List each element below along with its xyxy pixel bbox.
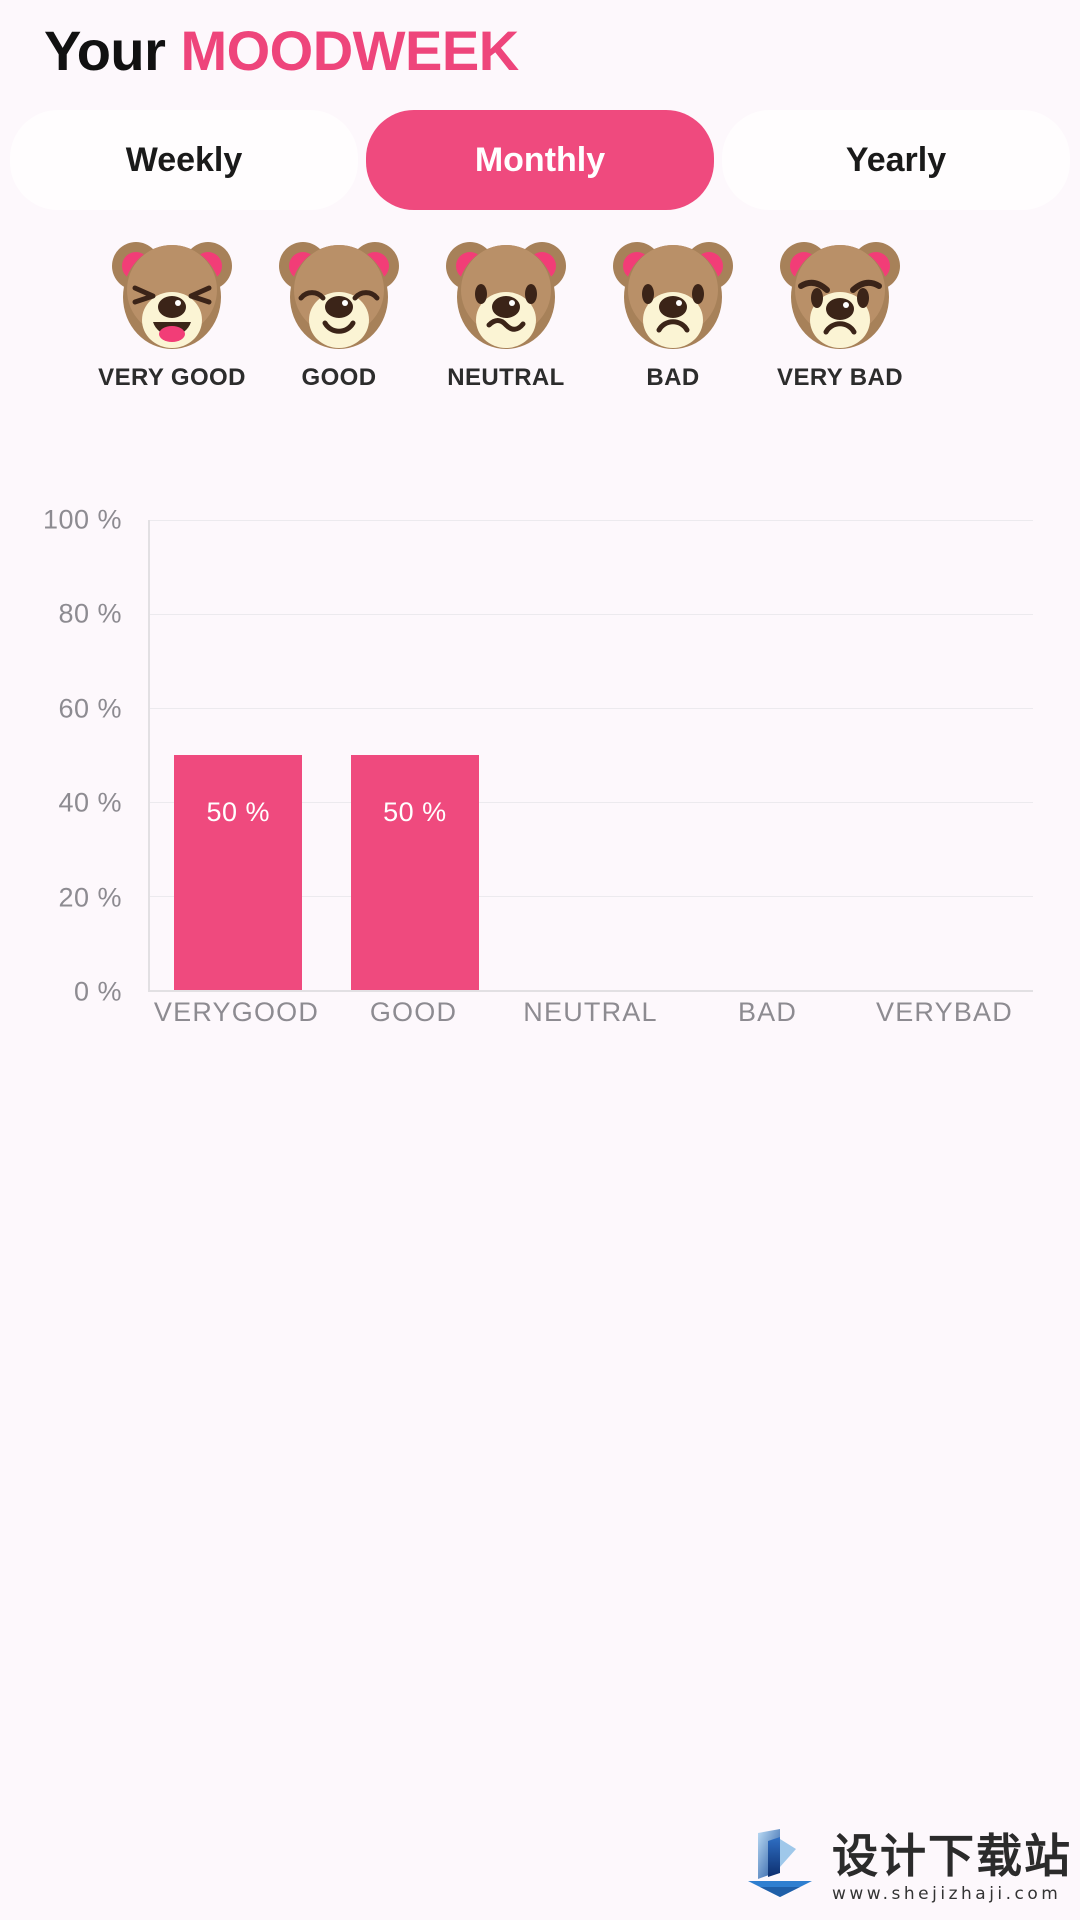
mood-bar-chart: 100 % 80 % 60 % 40 % 20 % 0 % 50 % 50 % … xyxy=(0,505,1080,1065)
x-slot-good: GOOD xyxy=(325,997,502,1028)
watermark-brand: 设计下载站 xyxy=(832,1828,1072,1883)
x-tick-good: GOOD xyxy=(369,997,458,1027)
tab-monthly-label: Monthly xyxy=(474,140,606,179)
bar-value-verygood: 50 % xyxy=(206,797,271,827)
watermark-url: www.shejizhaji.com xyxy=(832,1884,1062,1904)
mood-legend-label-very-bad: VERY BAD xyxy=(777,364,903,391)
watermark-logo-icon xyxy=(740,1827,820,1904)
y-tick-80: 80 % xyxy=(58,598,122,629)
bar-value-good: 50 % xyxy=(383,797,447,827)
tab-yearly[interactable]: Yearly xyxy=(722,110,1070,210)
x-slot-verygood: VERYGOOD xyxy=(148,997,325,1028)
x-tick-neutral: NEUTRAL xyxy=(523,997,658,1027)
bar-good[interactable]: 50 % xyxy=(350,755,479,990)
x-tick-bad: BAD xyxy=(737,997,798,1027)
bear-very-bad-icon xyxy=(773,228,907,354)
page-title: Your MOODWEEK xyxy=(44,18,519,83)
tab-spacer-2 xyxy=(714,110,722,210)
tab-monthly[interactable]: Monthly xyxy=(366,110,714,210)
bar-slot-neutral xyxy=(503,520,680,990)
mood-legend-item-very-good[interactable]: VERY GOOD xyxy=(96,228,248,392)
mood-legend-item-bad[interactable]: BAD xyxy=(597,228,749,392)
page-title-prefix: Your xyxy=(44,19,166,82)
y-axis-labels: 100 % 80 % 60 % 40 % 20 % 0 % xyxy=(0,505,140,1007)
bear-neutral-icon xyxy=(439,228,573,354)
bar-series: 50 % 50 % xyxy=(150,520,1033,990)
mood-legend-label-neutral: NEUTRAL xyxy=(447,364,565,391)
site-watermark: 设计下载站 www.shejizhaji.com xyxy=(740,1827,1072,1904)
x-tick-verygood: VERYGOOD xyxy=(153,997,320,1027)
watermark-text: 设计下载站 www.shejizhaji.com xyxy=(832,1828,1072,1904)
mood-legend-label-good: GOOD xyxy=(301,364,377,391)
x-slot-neutral: NEUTRAL xyxy=(502,997,679,1028)
bar-slot-verybad xyxy=(856,520,1033,990)
app-root: Your MOODWEEK Weekly Monthly Yearly VERY… xyxy=(0,0,1080,1920)
bear-good-icon xyxy=(272,228,406,354)
plot-area: 50 % 50 % xyxy=(148,520,1033,992)
y-tick-60: 60 % xyxy=(58,693,122,724)
y-tick-20: 20 % xyxy=(58,882,122,913)
y-tick-0: 0 % xyxy=(73,976,122,1007)
mood-legend-item-good[interactable]: GOOD xyxy=(263,228,415,392)
tab-yearly-label: Yearly xyxy=(845,140,947,179)
y-tick-40: 40 % xyxy=(58,787,122,818)
x-tick-verybad: VERYBAD xyxy=(876,997,1013,1027)
x-axis-labels: VERYGOOD GOOD NEUTRAL BAD VERYBAD xyxy=(148,997,1033,1028)
mood-legend-label-bad: BAD xyxy=(646,364,700,391)
bar-slot-bad xyxy=(680,520,857,990)
bar-slot-verygood: 50 % xyxy=(150,520,327,990)
x-slot-verybad: VERYBAD xyxy=(856,997,1033,1028)
page-title-brand: MOODWEEK xyxy=(180,19,519,82)
bear-very-good-icon xyxy=(105,228,239,354)
bar-verygood[interactable]: 50 % xyxy=(174,755,303,990)
tab-spacer-1 xyxy=(358,110,366,210)
mood-legend-item-very-bad[interactable]: VERY BAD xyxy=(764,228,916,392)
bar-slot-good: 50 % xyxy=(327,520,504,990)
bear-bad-icon xyxy=(606,228,740,354)
tab-weekly[interactable]: Weekly xyxy=(10,110,358,210)
x-slot-bad: BAD xyxy=(679,997,856,1028)
tab-weekly-label: Weekly xyxy=(125,140,243,179)
period-tab-bar: Weekly Monthly Yearly xyxy=(10,110,1070,210)
mood-legend-row: VERY GOOD GOOD NEUTRAL BAD VERY BAD xyxy=(96,228,916,408)
mood-legend-label-very-good: VERY GOOD xyxy=(98,364,246,391)
y-tick-100: 100 % xyxy=(42,504,122,535)
mood-legend-item-neutral[interactable]: NEUTRAL xyxy=(430,228,582,392)
